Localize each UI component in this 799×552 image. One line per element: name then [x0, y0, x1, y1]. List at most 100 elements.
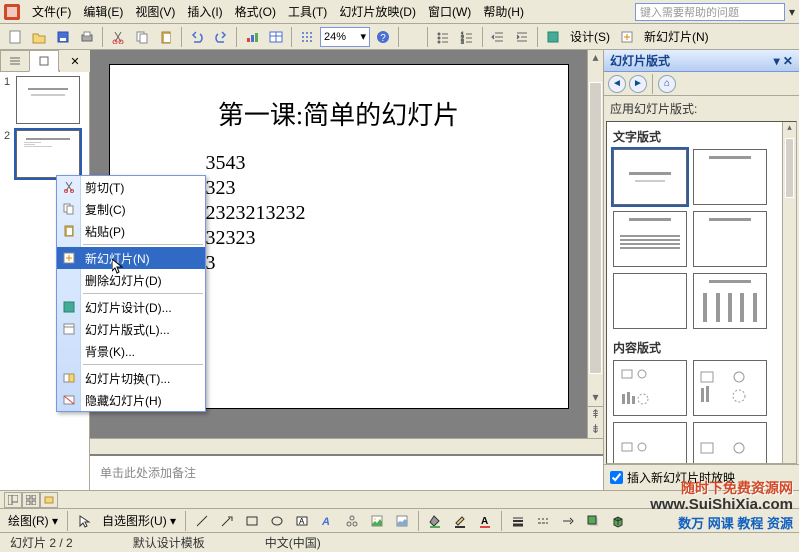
indent-icon[interactable] — [511, 26, 533, 48]
menu-insert[interactable]: 插入(I) — [181, 1, 228, 22]
normal-view-icon[interactable] — [4, 492, 22, 508]
layout-content-4[interactable] — [693, 422, 767, 464]
line-style-icon[interactable] — [507, 510, 529, 532]
redo-icon[interactable] — [210, 26, 232, 48]
slideshow-view-icon[interactable] — [40, 492, 58, 508]
sorter-view-icon[interactable] — [22, 492, 40, 508]
thumbnail-2[interactable]: 2 — [4, 130, 85, 178]
diagram-icon[interactable] — [341, 510, 363, 532]
help-dropdown-icon[interactable]: ▾ — [789, 5, 795, 19]
ctx-paste[interactable]: 粘贴(P) — [57, 220, 205, 242]
menu-file[interactable]: 文件(F) — [26, 1, 77, 22]
slide-title[interactable]: 第一课:简单的幻灯片 — [150, 95, 528, 132]
nav-home-icon[interactable]: ⌂ — [658, 75, 676, 93]
textbox-icon[interactable]: A — [291, 510, 313, 532]
line-color-icon[interactable] — [449, 510, 471, 532]
chart-icon[interactable] — [241, 26, 263, 48]
slide-text-line[interactable]: 3 — [150, 252, 528, 275]
menu-window[interactable]: 窗口(W) — [422, 1, 477, 22]
shadow-icon[interactable] — [582, 510, 604, 532]
wordart-icon[interactable]: A — [316, 510, 338, 532]
newslide-button-label[interactable]: 新幻灯片(N) — [640, 28, 713, 45]
slides-tab[interactable] — [29, 50, 59, 72]
paste-icon[interactable] — [155, 26, 177, 48]
cut-icon[interactable] — [107, 26, 129, 48]
nav-back-icon[interactable]: ◄ — [608, 75, 626, 93]
layout-content-3[interactable] — [613, 422, 687, 464]
slide-text-line[interactable]: 32323 — [150, 227, 528, 250]
picture-icon[interactable] — [391, 510, 413, 532]
menu-slideshow[interactable]: 幻灯片放映(D) — [333, 1, 422, 22]
help-icon[interactable]: ? — [372, 26, 394, 48]
layout-blank[interactable] — [613, 273, 687, 329]
layout-scrollbar[interactable]: ▴ — [782, 122, 796, 463]
outdent-icon[interactable] — [487, 26, 509, 48]
notes-pane[interactable]: 单击此处添加备注 — [90, 454, 603, 490]
ctx-slide-layout[interactable]: 幻灯片版式(L)... — [57, 318, 205, 340]
oval-icon[interactable] — [266, 510, 288, 532]
new-doc-icon[interactable] — [4, 26, 26, 48]
slide-text-line[interactable]: 2323213232 — [150, 202, 528, 225]
slide-text-line[interactable]: 323 — [150, 177, 528, 200]
layout-title-only[interactable] — [693, 149, 767, 205]
slide-text-line[interactable]: 3543 — [150, 152, 528, 175]
nav-forward-icon[interactable]: ► — [629, 75, 647, 93]
help-search-input[interactable]: 键入需要帮助的问题 — [635, 3, 785, 21]
grid-icon[interactable] — [296, 26, 318, 48]
ctx-slide-design[interactable]: 幻灯片设计(D)... — [57, 296, 205, 318]
draw-menu[interactable]: 绘图(R) ▾ — [4, 512, 62, 529]
menu-help[interactable]: 帮助(H) — [477, 1, 530, 22]
dash-style-icon[interactable] — [532, 510, 554, 532]
menu-view[interactable]: 视图(V) — [129, 1, 181, 22]
3d-icon[interactable] — [607, 510, 629, 532]
ctx-transition[interactable]: 幻灯片切换(T)... — [57, 367, 205, 389]
select-icon[interactable] — [73, 510, 95, 532]
close-panel-icon[interactable]: ✕ — [60, 50, 90, 72]
zoom-combo[interactable]: 24%▾ — [320, 27, 370, 47]
save-icon[interactable] — [52, 26, 74, 48]
layout-gallery[interactable]: 文字版式 内容版式 ▴ — [606, 121, 797, 464]
bullets-icon[interactable] — [432, 26, 454, 48]
design-button-label[interactable]: 设计(S) — [566, 28, 614, 45]
taskpane-nav: ◄ ► ⌂ — [604, 72, 799, 96]
numbering-icon[interactable]: 123 — [456, 26, 478, 48]
layout-title[interactable] — [613, 149, 687, 205]
layout-content-1[interactable] — [613, 360, 687, 416]
newslide-icon[interactable] — [616, 26, 638, 48]
ctx-background[interactable]: 背景(K)... — [57, 340, 205, 362]
ctx-new-slide[interactable]: 新幻灯片(N) — [57, 247, 205, 269]
clipart-icon[interactable] — [366, 510, 388, 532]
ctx-cut[interactable]: 剪切(T) — [57, 176, 205, 198]
layout-vertical-text[interactable] — [693, 273, 767, 329]
vertical-scrollbar[interactable]: ▴ ▾ ⇞ ⇟ — [587, 50, 603, 438]
layout-two-content[interactable] — [693, 211, 767, 267]
arrow-style-icon[interactable] — [557, 510, 579, 532]
menu-edit[interactable]: 编辑(E) — [77, 1, 129, 22]
font-color-icon[interactable]: A — [474, 510, 496, 532]
horizontal-scrollbar[interactable] — [90, 438, 603, 454]
table-icon[interactable] — [265, 26, 287, 48]
line-icon[interactable] — [191, 510, 213, 532]
print-icon[interactable] — [76, 26, 98, 48]
menu-format[interactable]: 格式(O) — [229, 1, 282, 22]
layout-content-2[interactable] — [693, 360, 767, 416]
design-icon[interactable] — [542, 26, 564, 48]
autoshapes-menu[interactable]: 自选图形(U) ▾ — [98, 512, 180, 529]
thumbnail-1[interactable]: 1 — [4, 76, 85, 124]
layout-title-content[interactable] — [613, 211, 687, 267]
fill-color-icon[interactable] — [424, 510, 446, 532]
show-on-insert-checkbox[interactable] — [610, 471, 623, 484]
copy-icon[interactable] — [131, 26, 153, 48]
outline-tab[interactable] — [0, 50, 30, 72]
taskpane-dropdown-icon[interactable]: ▾ ✕ — [774, 54, 793, 68]
ctx-delete-slide[interactable]: 删除幻灯片(D) — [57, 269, 205, 291]
arrow-icon[interactable] — [216, 510, 238, 532]
ctx-hide-slide[interactable]: 隐藏幻灯片(H) — [57, 389, 205, 411]
menu-tools[interactable]: 工具(T) — [282, 1, 333, 22]
show-on-insert-label: 插入新幻灯片时放映 — [627, 469, 735, 486]
section-content-layouts: 内容版式 — [613, 339, 794, 356]
open-icon[interactable] — [28, 26, 50, 48]
rectangle-icon[interactable] — [241, 510, 263, 532]
undo-icon[interactable] — [186, 26, 208, 48]
ctx-copy[interactable]: 复制(C) — [57, 198, 205, 220]
